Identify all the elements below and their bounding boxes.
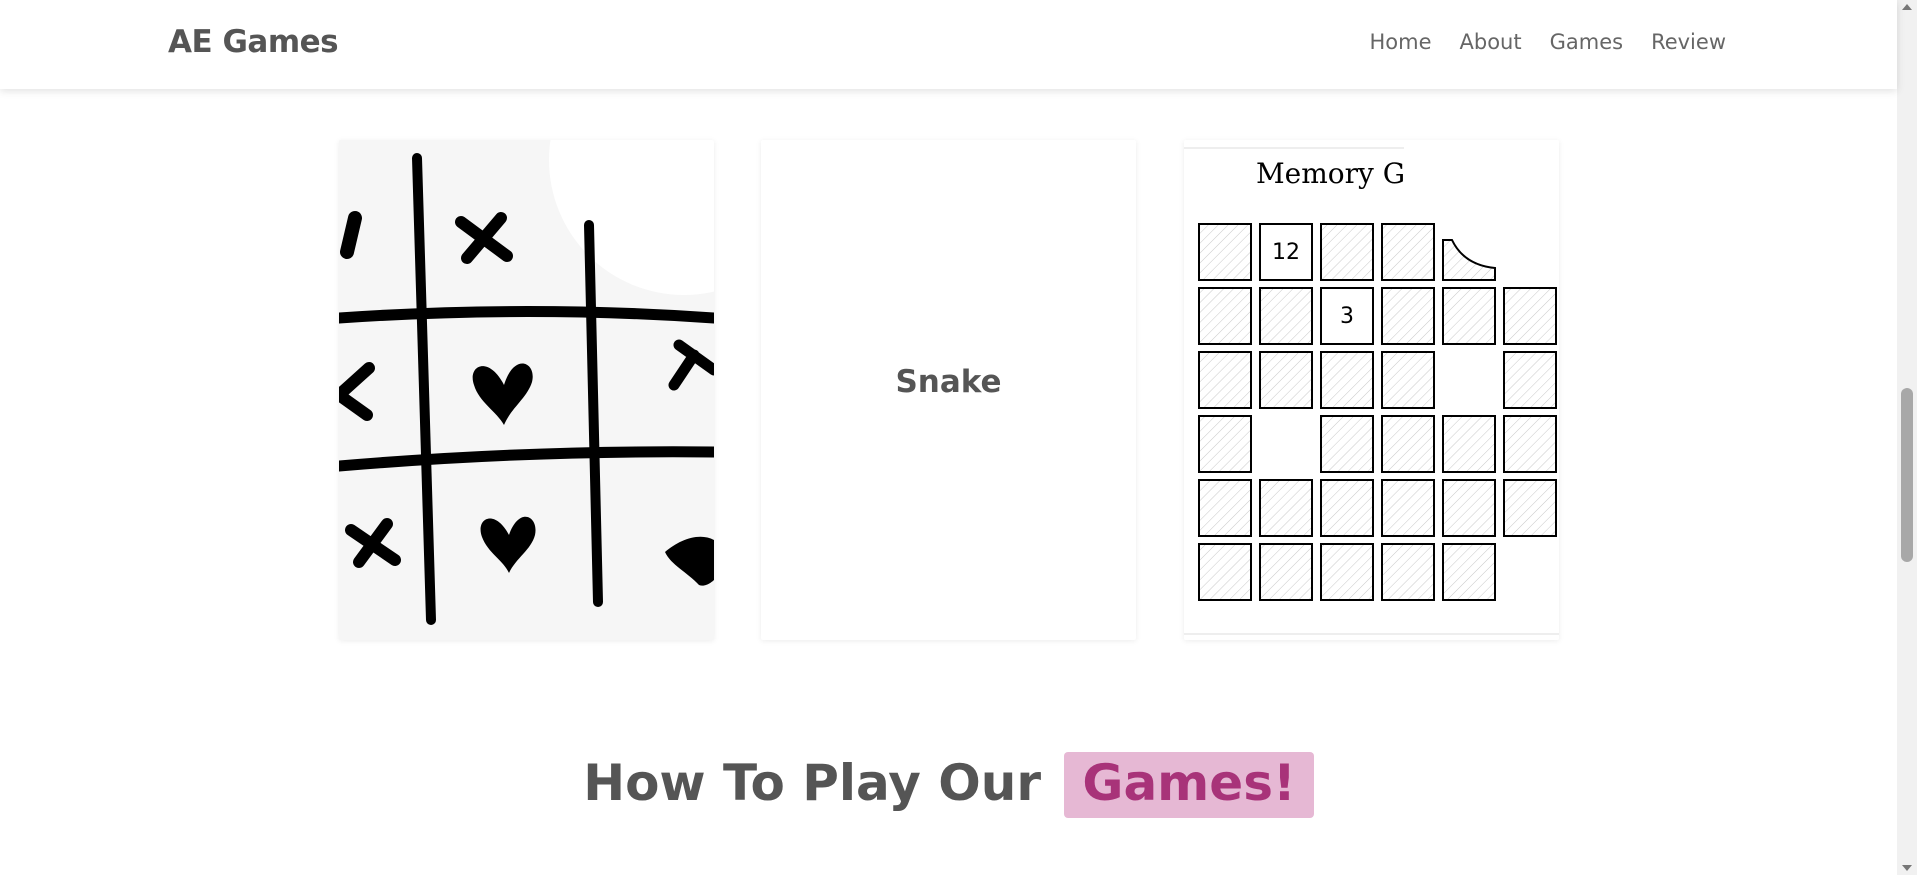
nav-games-link[interactable]: Games: [1550, 30, 1623, 54]
memory-tile: [1442, 479, 1496, 537]
memory-tile: [1381, 223, 1435, 281]
heading-text: How To Play Our: [583, 754, 1041, 812]
memory-tile: [1503, 351, 1557, 409]
nav-review-link[interactable]: Review: [1651, 30, 1726, 54]
memory-tile: [1442, 287, 1496, 345]
memory-tile: [1320, 223, 1374, 281]
memory-tile: [1381, 415, 1435, 473]
brand-logo[interactable]: AE Games: [168, 24, 339, 60]
tictactoe-image: [339, 140, 714, 640]
memory-tile-number: 12: [1272, 240, 1300, 265]
nav-about-link[interactable]: About: [1460, 30, 1522, 54]
scroll-up-arrow-icon[interactable]: [1902, 4, 1912, 10]
memory-tile: [1320, 415, 1374, 473]
scroll-down-arrow-icon[interactable]: [1902, 865, 1912, 871]
how-to-play-heading: How To Play Our Games!: [0, 752, 1897, 818]
memory-tile: [1503, 415, 1557, 473]
memory-tile: [1259, 543, 1313, 601]
memory-tile: [1381, 543, 1435, 601]
nav-menu: Home About Games Review: [1369, 30, 1726, 54]
game-card-tictactoe[interactable]: [339, 140, 714, 640]
memory-tile: [1259, 479, 1313, 537]
scrollbar-thumb[interactable]: [1901, 388, 1913, 562]
memory-tile: [1320, 543, 1374, 601]
nav-home-link[interactable]: Home: [1369, 30, 1431, 54]
memory-tile: [1442, 415, 1496, 473]
memory-tile: [1198, 223, 1252, 281]
memory-tile: [1320, 479, 1374, 537]
game-card-snake[interactable]: Snake: [761, 140, 1136, 640]
heading-highlight: Games!: [1064, 752, 1314, 818]
memory-tile: [1198, 287, 1252, 345]
memory-tile: [1320, 351, 1374, 409]
memory-tile: [1259, 351, 1313, 409]
memory-tile: [1198, 415, 1252, 473]
memory-tile: [1503, 287, 1557, 345]
game-card-memory[interactable]: Memory G 12 3: [1184, 140, 1559, 640]
memory-tile: [1381, 287, 1435, 345]
memory-tile: [1198, 351, 1252, 409]
memory-title: Memory G: [1256, 157, 1405, 190]
memory-tile: [1381, 479, 1435, 537]
memory-tile: [1381, 351, 1435, 409]
memory-tile: [1198, 479, 1252, 537]
memory-tile-number: 3: [1340, 304, 1354, 329]
snake-title: Snake: [895, 364, 1002, 400]
page-scrollbar[interactable]: [1897, 0, 1917, 875]
memory-tile: [1259, 287, 1313, 345]
memory-tile: [1442, 543, 1496, 601]
memory-image: Memory G 12 3: [1184, 140, 1559, 640]
memory-tile: [1503, 479, 1557, 537]
top-navbar: AE Games Home About Games Review: [0, 0, 1897, 89]
memory-tile: [1198, 543, 1252, 601]
